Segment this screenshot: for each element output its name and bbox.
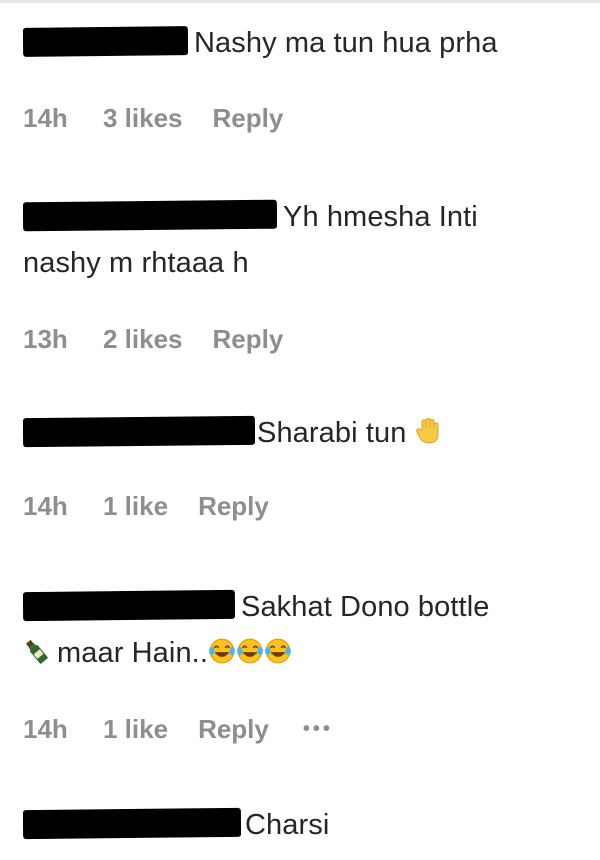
comment-meta: 13h 2 likes Reply — [23, 316, 568, 362]
comment-meta: 14h 1 like Reply — [23, 483, 568, 529]
username-redaction — [23, 26, 188, 58]
comment-text: Nashy ma tun hua prha — [194, 27, 498, 59]
more-options-icon[interactable]: ••• — [303, 718, 333, 741]
comment-item: Sakhat Dono bottle maar Hain.. 14h 1 lik… — [23, 584, 568, 752]
comment-text-line-2: maar Hain.. — [57, 637, 208, 669]
comment-likes[interactable]: 2 likes — [103, 324, 183, 355]
bottle-emoji-icon — [25, 640, 48, 665]
username-redaction — [23, 590, 235, 622]
comment-item: Charsi — [23, 802, 568, 848]
comment-text-line-1: Sakhat Dono bottle — [241, 591, 490, 623]
comment-item: Yh hmesha Inti nashy m rhtaaa h 13h 2 li… — [23, 194, 568, 362]
comment-text: Sharabi tun — [257, 417, 407, 449]
tears-of-joy-emoji-icon — [237, 638, 263, 664]
comment-body: Sakhat Dono bottle maar Hain.. — [23, 584, 568, 676]
comment-time: 14h — [23, 713, 68, 744]
comment-text-line-2: nashy m rhtaaa h — [23, 247, 249, 279]
comment-username[interactable] — [23, 198, 277, 232]
comment-username[interactable] — [23, 24, 188, 58]
comment-meta: 14h 1 like Reply ••• — [23, 706, 568, 752]
comment-time: 14h — [23, 102, 68, 133]
comment-item: Nashy ma tun hua prha 14h 3 likes Reply — [23, 20, 568, 141]
reply-button[interactable]: Reply — [213, 103, 284, 134]
comment-body: Nashy ma tun hua prha — [23, 20, 568, 66]
comment-time: 14h — [23, 490, 68, 521]
comment-text: Charsi — [245, 809, 330, 841]
comment-username[interactable] — [23, 588, 235, 622]
reply-button[interactable]: Reply — [213, 324, 284, 355]
comment-body: Sharabi tun — [23, 410, 568, 456]
top-divider — [0, 0, 600, 3]
raised-hand-emoji-icon — [415, 418, 439, 444]
comment-likes[interactable]: 1 like — [103, 491, 168, 522]
tears-of-joy-emoji-icon — [265, 638, 291, 664]
username-redaction — [23, 808, 241, 840]
comment-likes[interactable]: 3 likes — [103, 103, 183, 134]
tears-of-joy-emoji-icon — [209, 638, 235, 664]
comment-meta: 14h 3 likes Reply — [23, 95, 568, 141]
comment-item: Sharabi tun 14h 1 like Reply — [23, 410, 568, 529]
username-redaction — [23, 416, 255, 448]
comment-username[interactable] — [23, 414, 255, 448]
comment-body: Yh hmesha Inti nashy m rhtaaa h — [23, 194, 568, 286]
username-redaction — [23, 200, 277, 232]
reply-button[interactable]: Reply — [198, 491, 269, 522]
comment-text-line-1: Yh hmesha Inti — [283, 201, 478, 233]
reply-button[interactable]: Reply — [198, 714, 269, 745]
comment-time: 13h — [23, 323, 68, 354]
comment-body: Charsi — [23, 802, 568, 848]
comment-likes[interactable]: 1 like — [103, 714, 168, 745]
comment-username[interactable] — [23, 806, 241, 840]
